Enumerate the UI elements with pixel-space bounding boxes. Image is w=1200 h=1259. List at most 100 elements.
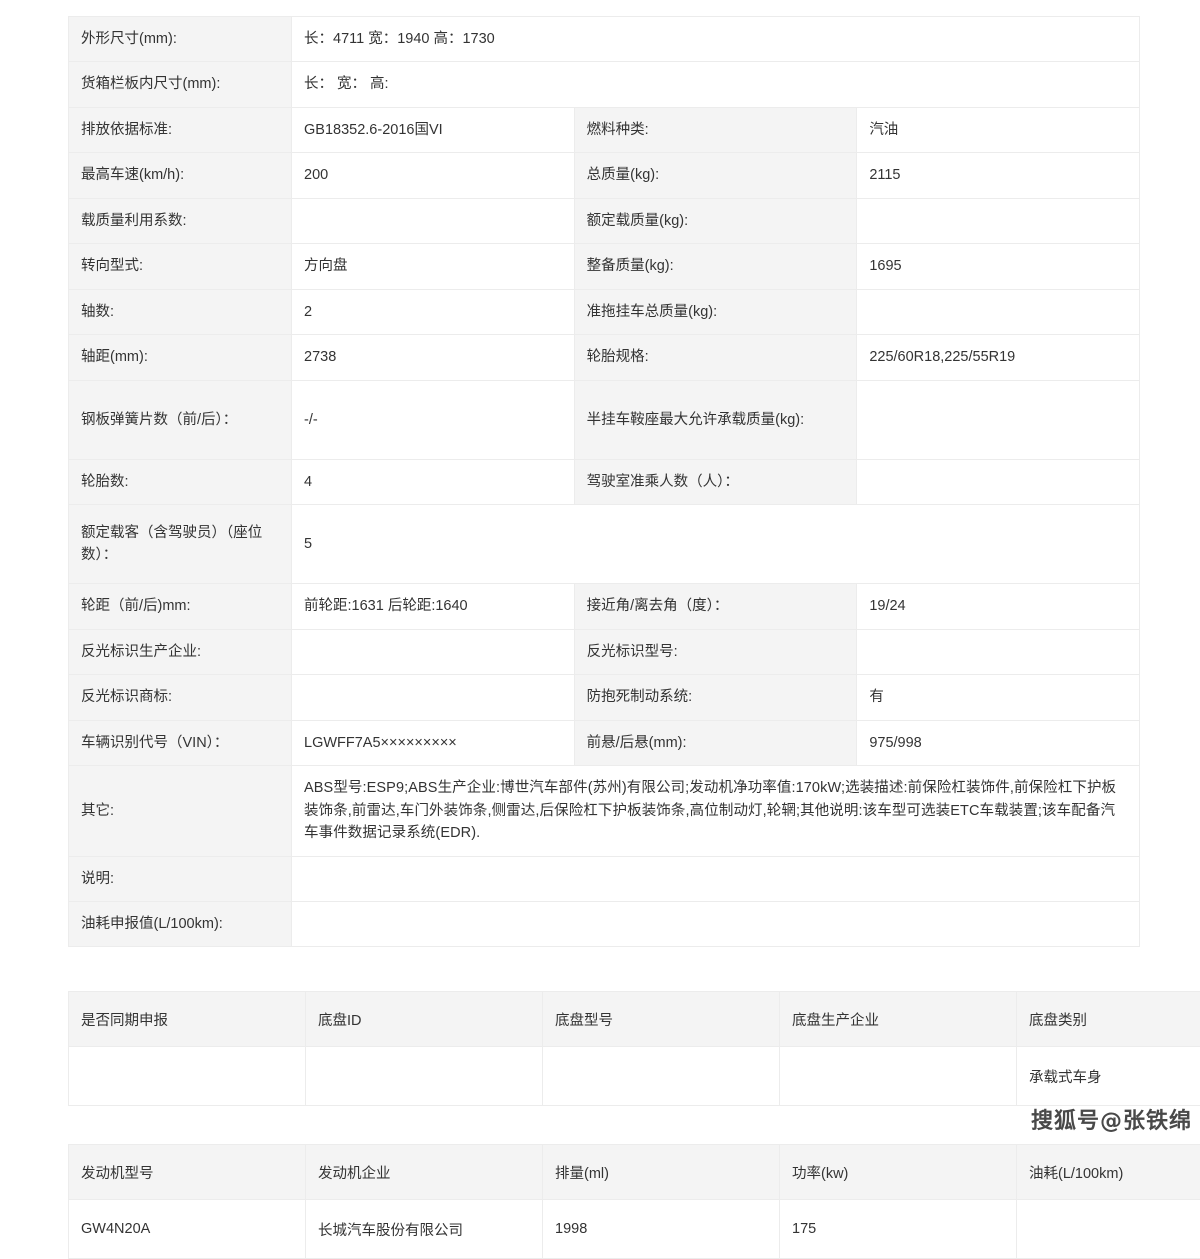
row-value: 长： 宽： 高: bbox=[292, 62, 1140, 107]
column-header: 底盘生产企业 bbox=[780, 992, 1017, 1047]
row-value-secondary bbox=[857, 289, 1140, 334]
row-label-secondary: 燃料种类: bbox=[574, 107, 857, 152]
table-cell: 175 bbox=[780, 1200, 1017, 1259]
row-value: 长：4711 宽：1940 高：1730 bbox=[292, 17, 1140, 62]
row-value-secondary bbox=[857, 629, 1140, 674]
table-row-other: 其它: ABS型号:ESP9;ABS生产企业:博世汽车部件(苏州)有限公司;发动… bbox=[69, 766, 1140, 856]
row-label: 货箱栏板内尺寸(mm): bbox=[69, 62, 292, 107]
header-row: 发动机型号 发动机企业 排量(ml) 功率(kw) 油耗(L/100km) bbox=[69, 1145, 1200, 1200]
row-value bbox=[292, 629, 575, 674]
row-label: 外形尺寸(mm): bbox=[69, 17, 292, 62]
table-row: 轴数: 2 准拖挂车总质量(kg): bbox=[69, 289, 1140, 334]
table-row: 承载式车身 bbox=[69, 1047, 1200, 1106]
table-row: 反光标识生产企业: 反光标识型号: bbox=[69, 629, 1140, 674]
engine-table-header: 发动机型号 发动机企业 排量(ml) 功率(kw) 油耗(L/100km) bbox=[69, 1145, 1200, 1200]
row-label-secondary: 轮胎规格: bbox=[574, 335, 857, 380]
column-header: 是否同期申报 bbox=[69, 992, 306, 1047]
table-cell bbox=[543, 1047, 780, 1106]
table-row: GW4N20A 长城汽车股份有限公司 1998 175 bbox=[69, 1200, 1200, 1259]
row-value: -/- bbox=[292, 380, 575, 459]
table-row: 转向型式: 方向盘 整备质量(kg): 1695 bbox=[69, 244, 1140, 289]
watermark-text: 搜狐号@张铁绵 bbox=[1031, 1103, 1192, 1135]
row-value bbox=[292, 901, 1140, 946]
section-spacer bbox=[0, 1106, 1200, 1144]
row-label-secondary: 整备质量(kg): bbox=[574, 244, 857, 289]
row-label: 转向型式: bbox=[69, 244, 292, 289]
section-spacer bbox=[0, 947, 1200, 991]
spec-table-body: 外形尺寸(mm): 长：4711 宽：1940 高：1730 货箱栏板内尺寸(m… bbox=[69, 17, 1140, 947]
row-value: 方向盘 bbox=[292, 244, 575, 289]
row-label-secondary: 前悬/后悬(mm): bbox=[574, 720, 857, 765]
chassis-table-body: 承载式车身 bbox=[69, 1047, 1200, 1106]
row-value: 5 bbox=[292, 505, 1140, 584]
row-value-secondary: 19/24 bbox=[857, 584, 1140, 629]
row-value-secondary: 225/60R18,225/55R19 bbox=[857, 335, 1140, 380]
row-value: 2 bbox=[292, 289, 575, 334]
table-cell: 承载式车身 bbox=[1017, 1047, 1200, 1106]
row-value-secondary: 有 bbox=[857, 675, 1140, 720]
row-label: 钢板弹簧片数（前/后）： bbox=[69, 380, 292, 459]
table-row: 外形尺寸(mm): 长：4711 宽：1940 高：1730 bbox=[69, 17, 1140, 62]
row-label: 轮胎数: bbox=[69, 459, 292, 504]
row-label-secondary: 额定载质量(kg): bbox=[574, 198, 857, 243]
row-label: 反光标识商标: bbox=[69, 675, 292, 720]
row-value bbox=[292, 198, 575, 243]
row-value: 2738 bbox=[292, 335, 575, 380]
row-value-secondary: 2115 bbox=[857, 153, 1140, 198]
table-row: 载质量利用系数: 额定载质量(kg): bbox=[69, 198, 1140, 243]
row-value-secondary: 975/998 bbox=[857, 720, 1140, 765]
engine-table: 发动机型号 发动机企业 排量(ml) 功率(kw) 油耗(L/100km) GW… bbox=[68, 1144, 1200, 1259]
row-value-other: ABS型号:ESP9;ABS生产企业:博世汽车部件(苏州)有限公司;发动机净功率… bbox=[292, 766, 1140, 856]
table-row: 货箱栏板内尺寸(mm): 长： 宽： 高: bbox=[69, 62, 1140, 107]
table-row: 最高车速(km/h): 200 总质量(kg): 2115 bbox=[69, 153, 1140, 198]
table-cell bbox=[69, 1047, 306, 1106]
table-row: 油耗申报值(L/100km): bbox=[69, 901, 1140, 946]
header-row: 是否同期申报 底盘ID 底盘型号 底盘生产企业 底盘类别 bbox=[69, 992, 1200, 1047]
table-row: 说明: bbox=[69, 856, 1140, 901]
column-header: 功率(kw) bbox=[780, 1145, 1017, 1200]
row-label-secondary: 接近角/离去角（度）： bbox=[574, 584, 857, 629]
row-label: 额定载客（含驾驶员）（座位数）： bbox=[69, 505, 292, 584]
row-value-secondary bbox=[857, 198, 1140, 243]
table-cell bbox=[1017, 1200, 1200, 1259]
column-header: 油耗(L/100km) bbox=[1017, 1145, 1200, 1200]
row-label-secondary: 总质量(kg): bbox=[574, 153, 857, 198]
table-cell: 1998 bbox=[543, 1200, 780, 1259]
table-cell bbox=[306, 1047, 543, 1106]
row-label: 油耗申报值(L/100km): bbox=[69, 901, 292, 946]
row-label-secondary: 驾驶室准乘人数（人）： bbox=[574, 459, 857, 504]
table-cell bbox=[780, 1047, 1017, 1106]
row-value-secondary: 1695 bbox=[857, 244, 1140, 289]
row-label: 轴数: bbox=[69, 289, 292, 334]
table-row: 轮距（前/后)mm: 前轮距:1631 后轮距:1640 接近角/离去角（度）：… bbox=[69, 584, 1140, 629]
column-header: 底盘类别 bbox=[1017, 992, 1200, 1047]
column-header: 底盘ID bbox=[306, 992, 543, 1047]
row-value: 前轮距:1631 后轮距:1640 bbox=[292, 584, 575, 629]
row-label-secondary: 反光标识型号: bbox=[574, 629, 857, 674]
row-label: 其它: bbox=[69, 766, 292, 856]
chassis-table: 是否同期申报 底盘ID 底盘型号 底盘生产企业 底盘类别 承载式车身 bbox=[68, 991, 1200, 1106]
row-value-secondary bbox=[857, 380, 1140, 459]
row-label: 说明: bbox=[69, 856, 292, 901]
row-label: 轮距（前/后)mm: bbox=[69, 584, 292, 629]
row-value bbox=[292, 675, 575, 720]
row-value: GB18352.6-2016国VI bbox=[292, 107, 575, 152]
row-value: 200 bbox=[292, 153, 575, 198]
table-row: 排放依据标准: GB18352.6-2016国VI 燃料种类: 汽油 bbox=[69, 107, 1140, 152]
row-label-secondary: 防抱死制动系统: bbox=[574, 675, 857, 720]
column-header: 发动机型号 bbox=[69, 1145, 306, 1200]
table-cell: GW4N20A bbox=[69, 1200, 306, 1259]
row-label: 反光标识生产企业: bbox=[69, 629, 292, 674]
row-value: 4 bbox=[292, 459, 575, 504]
row-label: 载质量利用系数: bbox=[69, 198, 292, 243]
row-value bbox=[292, 856, 1140, 901]
column-header: 排量(ml) bbox=[543, 1145, 780, 1200]
table-row: 钢板弹簧片数（前/后）： -/- 半挂车鞍座最大允许承载质量(kg): bbox=[69, 380, 1140, 459]
row-label: 轴距(mm): bbox=[69, 335, 292, 380]
vehicle-spec-page: 外形尺寸(mm): 长：4711 宽：1940 高：1730 货箱栏板内尺寸(m… bbox=[0, 16, 1200, 1147]
table-row: 轴距(mm): 2738 轮胎规格: 225/60R18,225/55R19 bbox=[69, 335, 1140, 380]
row-value-secondary: 汽油 bbox=[857, 107, 1140, 152]
engine-table-body: GW4N20A 长城汽车股份有限公司 1998 175 bbox=[69, 1200, 1200, 1259]
row-label: 车辆识别代号（VIN）： bbox=[69, 720, 292, 765]
table-row: 轮胎数: 4 驾驶室准乘人数（人）： bbox=[69, 459, 1140, 504]
